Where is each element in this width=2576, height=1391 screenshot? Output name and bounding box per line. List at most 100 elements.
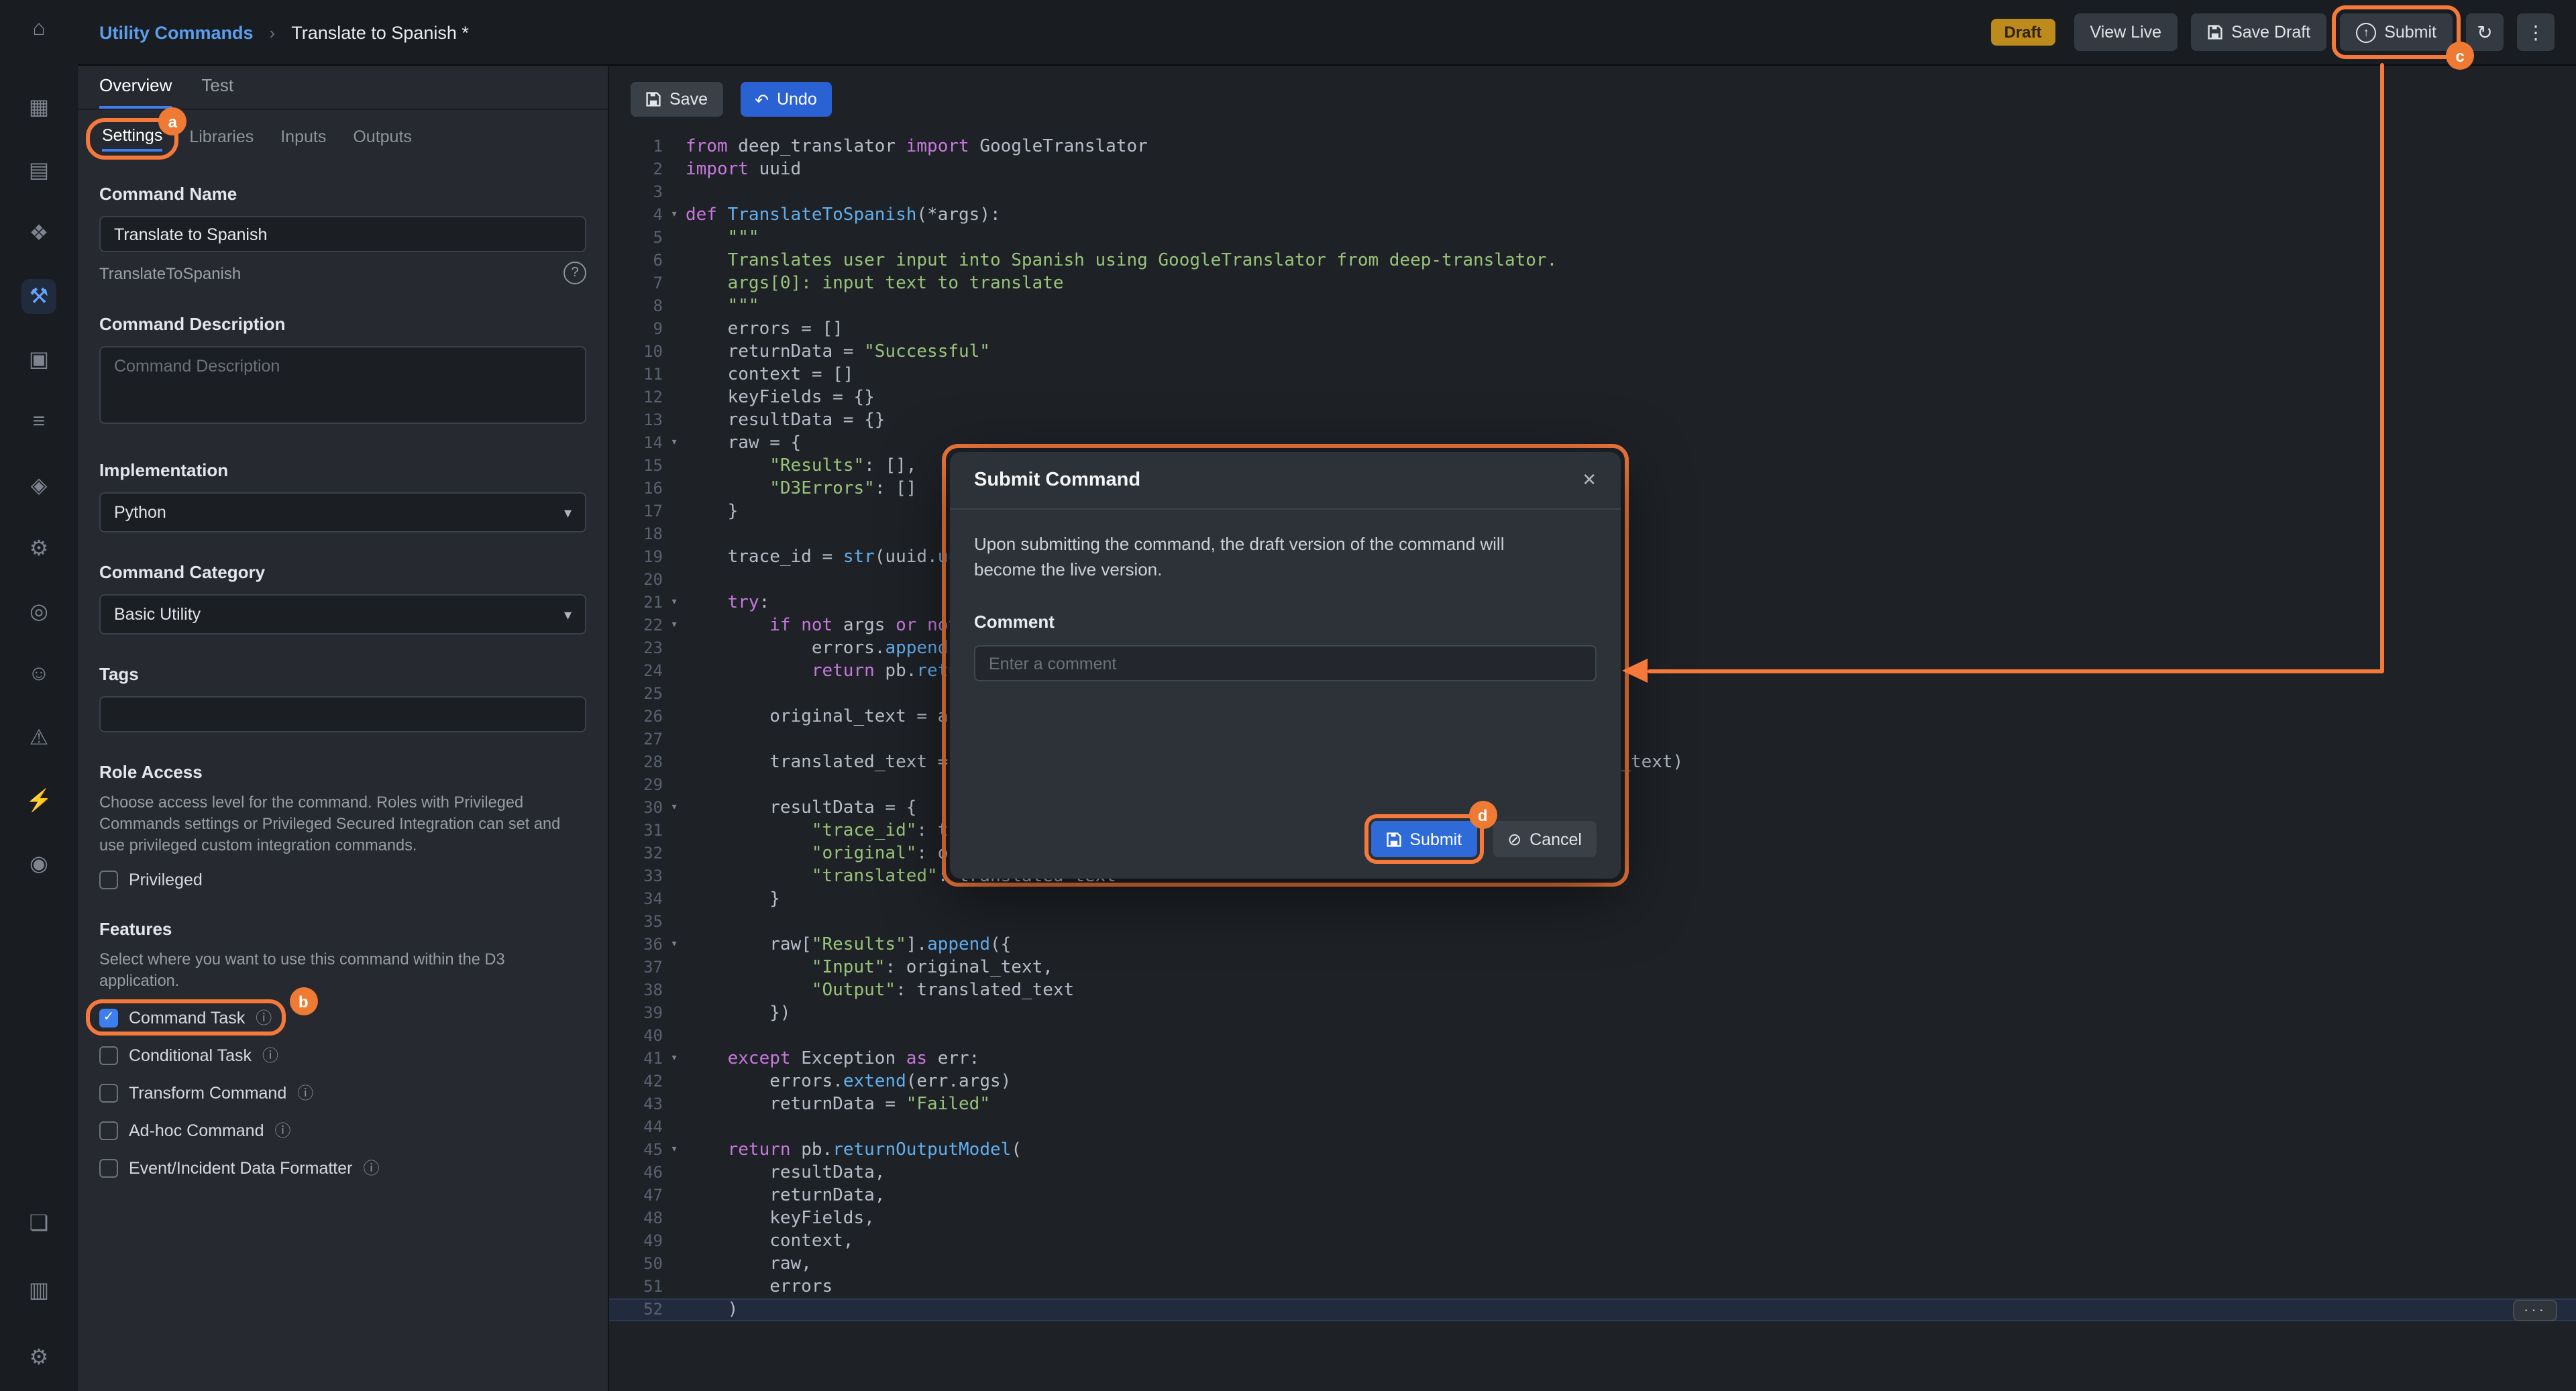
feature-checkbox-command-task[interactable]: ✓ xyxy=(99,1008,118,1027)
code-line[interactable]: 12 keyFields = {} xyxy=(609,386,2576,409)
tasks-icon[interactable]: ▤ xyxy=(21,153,56,188)
automation-icon[interactable]: ⚡ xyxy=(21,783,56,818)
fold-spacer xyxy=(663,409,686,432)
code-line[interactable]: 45▾ return pb.returnOutputModel( xyxy=(609,1139,2576,1162)
command-description-input[interactable] xyxy=(99,346,586,424)
code-line[interactable]: 37 "Input": original_text, xyxy=(609,956,2576,979)
history-button[interactable]: ↻ xyxy=(2466,13,2504,51)
subtab-libraries[interactable]: Libraries xyxy=(189,127,254,150)
code-line[interactable]: 4▾def TranslateToSpanish(*args): xyxy=(609,204,2576,227)
identity-icon[interactable]: ◉ xyxy=(21,846,56,881)
command-category-select[interactable]: Basic Utility ▾ xyxy=(99,594,586,634)
view-live-button[interactable]: View Live xyxy=(2074,13,2178,51)
breadcrumb-root-link[interactable]: Utility Commands xyxy=(99,22,254,42)
modal-cancel-button[interactable]: ⊘ Cancel xyxy=(1493,821,1597,857)
code-line[interactable]: 10 returnData = "Successful" xyxy=(609,341,2576,364)
code-line[interactable]: 52 ) xyxy=(609,1298,2576,1321)
save-label: Save xyxy=(669,90,708,109)
code-line[interactable]: 51 errors xyxy=(609,1276,2576,1298)
implementation-select[interactable]: Python ▾ xyxy=(99,492,586,533)
fold-chevron-icon[interactable]: ▾ xyxy=(663,432,686,455)
code-line[interactable]: 48 keyFields, xyxy=(609,1207,2576,1230)
code-line[interactable]: 43 returnData = "Failed" xyxy=(609,1093,2576,1116)
home-icon[interactable]: ⌂ xyxy=(21,12,56,47)
code-line[interactable]: 40 xyxy=(609,1025,2576,1048)
fold-chevron-icon[interactable]: ▾ xyxy=(663,1139,686,1162)
playbooks-icon[interactable]: ◈ xyxy=(21,468,56,503)
icon-sidebar-nav: ▦ ▤ ❖ ⚒ ▣ ≡ ◈ ⚙ ◎ ☺ ⚠ ⚡ ◉ xyxy=(21,90,56,881)
code-line[interactable]: 46 resultData, xyxy=(609,1162,2576,1184)
feature-checkbox-ad-hoc-command[interactable] xyxy=(99,1121,118,1139)
editor-more-button[interactable]: ··· xyxy=(2513,1300,2557,1321)
files-icon[interactable]: ▥ xyxy=(21,1273,56,1308)
subtab-settings[interactable]: Settings xyxy=(102,126,162,152)
code-line[interactable]: 5 """ xyxy=(609,227,2576,249)
subtab-inputs[interactable]: Inputs xyxy=(280,127,326,150)
code-line[interactable]: 11 context = [] xyxy=(609,364,2576,386)
close-icon[interactable]: ✕ xyxy=(1582,469,1597,491)
code-line[interactable]: 41▾ except Exception as err: xyxy=(609,1048,2576,1070)
info-icon[interactable]: ⓘ xyxy=(297,1081,313,1104)
fold-chevron-icon[interactable]: ▾ xyxy=(663,204,686,227)
comment-input[interactable] xyxy=(974,645,1597,681)
utility-commands-icon[interactable]: ⚒ xyxy=(21,279,56,314)
code-line[interactable]: 44 xyxy=(609,1116,2576,1139)
save-draft-button[interactable]: Save Draft xyxy=(2191,13,2326,51)
code-line[interactable]: 39 }) xyxy=(609,1002,2576,1025)
dashboard-icon[interactable]: ▦ xyxy=(21,90,56,125)
fold-chevron-icon[interactable]: ▾ xyxy=(663,614,686,637)
privileged-checkbox[interactable] xyxy=(99,871,118,889)
fold-chevron-icon[interactable]: ▾ xyxy=(663,1048,686,1070)
code-line[interactable]: 3 xyxy=(609,181,2576,204)
settings-icon[interactable]: ⚙ xyxy=(21,531,56,566)
code-line[interactable]: 1from deep_translator import GoogleTrans… xyxy=(609,135,2576,158)
info-icon[interactable]: ⓘ xyxy=(256,1006,272,1029)
code-line[interactable]: 9 errors = [] xyxy=(609,318,2576,341)
documents-icon[interactable]: ❏ xyxy=(21,1206,56,1241)
undo-button[interactable]: ↶ Undo xyxy=(740,82,832,117)
fold-chevron-icon[interactable]: ▾ xyxy=(663,797,686,820)
fold-chevron-icon[interactable]: ▾ xyxy=(663,934,686,956)
modal-submit-button[interactable]: Submit xyxy=(1371,821,1477,857)
command-name-input[interactable] xyxy=(99,216,586,252)
info-icon[interactable]: ⓘ xyxy=(364,1156,380,1179)
users-icon[interactable]: ☺ xyxy=(21,657,56,692)
draft-status-badge: Draft xyxy=(1990,19,2055,46)
code-text: keyFields = {} xyxy=(686,386,2576,409)
feature-checkbox-transform-command[interactable] xyxy=(99,1083,118,1102)
code-line[interactable]: 34 } xyxy=(609,888,2576,911)
code-line[interactable]: 42 errors.extend(err.args) xyxy=(609,1070,2576,1093)
info-icon[interactable]: ⓘ xyxy=(275,1119,291,1142)
fold-chevron-icon[interactable]: ▾ xyxy=(663,592,686,614)
code-line[interactable]: 6 Translates user input into Spanish usi… xyxy=(609,249,2576,272)
alerts-icon[interactable]: ⚠ xyxy=(21,720,56,755)
tags-input[interactable] xyxy=(99,696,586,732)
code-line[interactable]: 7 args[0]: input text to translate xyxy=(609,272,2576,295)
code-line[interactable]: 36▾ raw["Results"].append({ xyxy=(609,934,2576,956)
data-sources-icon[interactable]: ≡ xyxy=(21,405,56,440)
feature-checkbox-event-incident-data-formatter[interactable] xyxy=(99,1158,118,1177)
info-icon[interactable]: ⓘ xyxy=(262,1044,278,1066)
code-line[interactable]: 38 "Output": translated_text xyxy=(609,979,2576,1002)
code-line[interactable]: 47 returnData, xyxy=(609,1184,2576,1207)
integrations-icon[interactable]: ❖ xyxy=(21,216,56,251)
connections-icon[interactable]: ◎ xyxy=(21,594,56,629)
subtab-outputs[interactable]: Outputs xyxy=(353,127,412,150)
code-line[interactable]: 35 xyxy=(609,911,2576,934)
submit-button[interactable]: ↑ Submit xyxy=(2340,13,2453,51)
fold-spacer xyxy=(663,1207,686,1230)
schedule-icon[interactable]: ▣ xyxy=(21,342,56,377)
code-line[interactable]: 50 raw, xyxy=(609,1253,2576,1276)
code-line[interactable]: 8 """ xyxy=(609,295,2576,318)
help-icon[interactable]: ? xyxy=(564,262,586,284)
code-line[interactable]: 49 context, xyxy=(609,1230,2576,1253)
feature-checkbox-conditional-task[interactable] xyxy=(99,1046,118,1064)
code-line[interactable]: 2import uuid xyxy=(609,158,2576,181)
code-text: returnData = "Successful" xyxy=(686,341,2576,364)
tab-overview[interactable]: Overview xyxy=(99,64,172,109)
code-line[interactable]: 13 resultData = {} xyxy=(609,409,2576,432)
system-settings-icon[interactable]: ⚙ xyxy=(21,1340,56,1375)
tab-test[interactable]: Test xyxy=(201,64,233,109)
more-menu-button[interactable]: ⋮ xyxy=(2517,13,2555,51)
save-button[interactable]: Save xyxy=(631,82,722,117)
